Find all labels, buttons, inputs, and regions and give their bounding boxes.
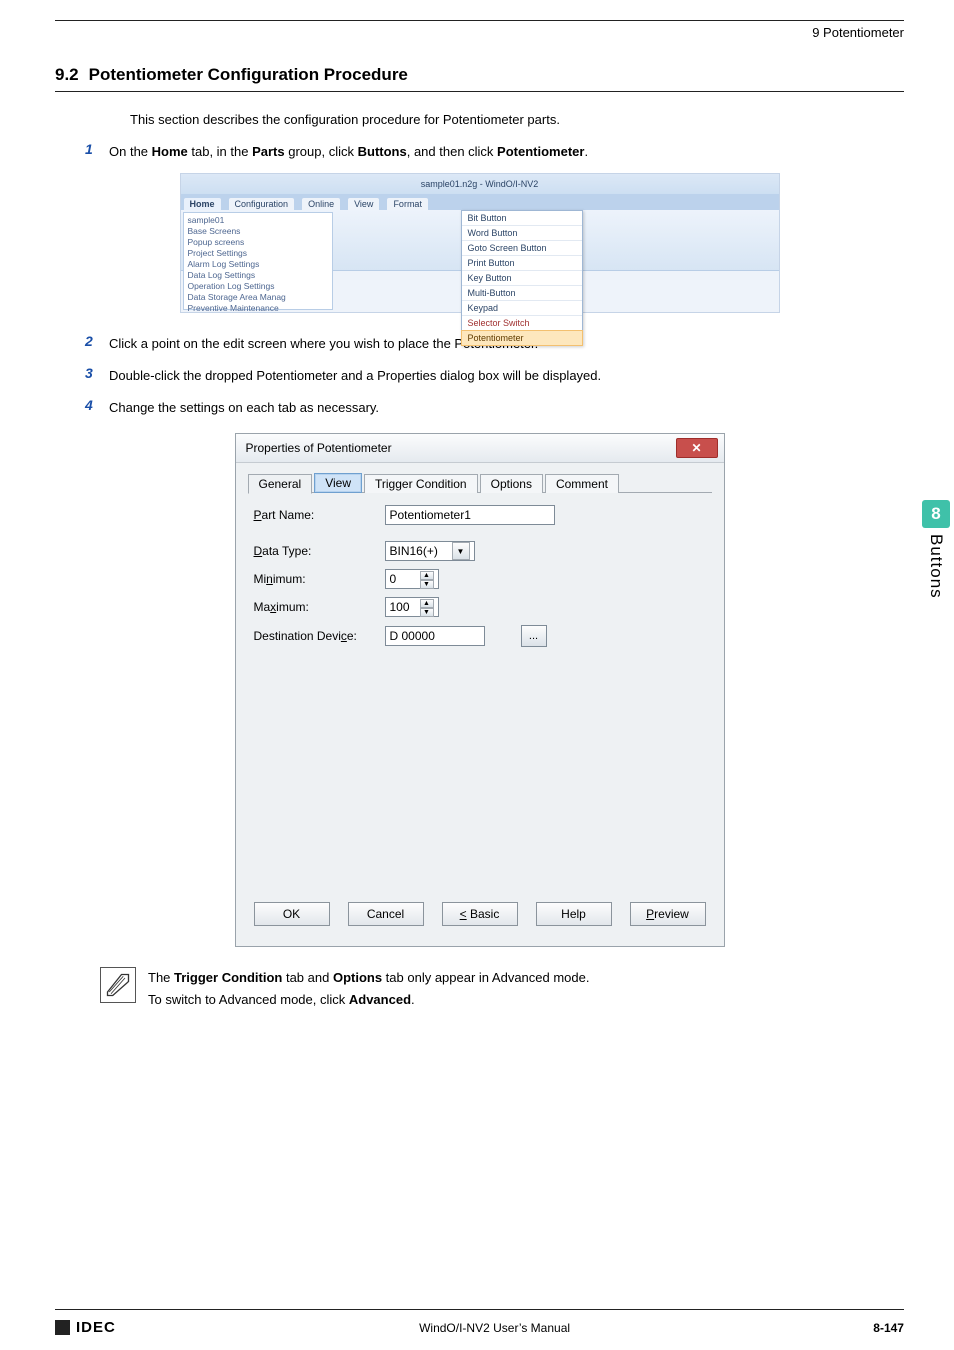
data-type-value: BIN16(+) (390, 544, 438, 558)
dialog-tabs: General View Trigger Condition Options C… (248, 473, 712, 493)
section-number: 9.2 (55, 65, 79, 84)
part-name-input[interactable]: Potentiometer1 (385, 505, 555, 525)
step-1: 1 On the Home tab, in the Parts group, c… (85, 141, 904, 163)
menu-item[interactable]: Keypad (462, 301, 582, 316)
project-tree[interactable]: sample01 Base Screens Popup screens Proj… (183, 212, 333, 310)
maximum-label: Maximum: (254, 600, 379, 614)
dialog-title: Properties of Potentiometer (246, 441, 392, 455)
tab-options[interactable]: Options (480, 474, 543, 493)
step-3: 3 Double-click the dropped Potentiometer… (85, 365, 904, 387)
menu-item[interactable]: Print Button (462, 256, 582, 271)
footer-page: 8-147 (873, 1321, 904, 1335)
step-number: 4 (85, 397, 109, 413)
tab-comment[interactable]: Comment (545, 474, 619, 493)
cancel-button[interactable]: Cancel (348, 902, 424, 926)
data-type-combo[interactable]: BIN16(+) ▼ (385, 541, 475, 561)
buttons-menu[interactable]: Bit Button Word Button Goto Screen Butto… (461, 210, 583, 346)
minimum-value: 0 (390, 572, 397, 586)
maximum-value: 100 (390, 600, 410, 614)
section-title: Potentiometer Configuration Procedure (89, 65, 408, 84)
step-number: 1 (85, 141, 109, 157)
menu-item-selector-switch[interactable]: Selector Switch (462, 316, 582, 331)
menu-item[interactable]: Multi-Button (462, 286, 582, 301)
dialog-button-row: OK Cancel < Basic Help Preview (248, 892, 712, 934)
side-chapter-tab: 8 Buttons (918, 500, 954, 599)
step-text: On the Home tab, in the Parts group, cli… (109, 141, 904, 163)
ok-button[interactable]: OK (254, 902, 330, 926)
close-button[interactable]: ✕ (676, 438, 718, 458)
destination-device-input[interactable]: D 00000 (385, 626, 485, 646)
ribbon-tab[interactable]: Online (302, 198, 340, 210)
part-name-label: Part Name: (254, 508, 379, 522)
minimum-label: Minimum: (254, 572, 379, 586)
spin-up-icon[interactable]: ▲ (420, 571, 434, 580)
properties-dialog: Properties of Potentiometer ✕ General Vi… (235, 433, 725, 947)
tab-trigger-condition[interactable]: Trigger Condition (364, 474, 478, 493)
preview-button[interactable]: Preview (630, 902, 706, 926)
intro-text: This section describes the configuration… (130, 112, 904, 127)
minimum-spinner[interactable]: 0 ▲▼ (385, 569, 439, 589)
menu-item-potentiometer[interactable]: Potentiometer (461, 330, 583, 346)
maximum-spinner[interactable]: 100 ▲▼ (385, 597, 439, 617)
note-block: The Trigger Condition tab and Options ta… (100, 967, 904, 1011)
menu-item[interactable]: Key Button (462, 271, 582, 286)
help-button[interactable]: Help (536, 902, 612, 926)
spin-up-icon[interactable]: ▲ (420, 599, 434, 608)
spin-down-icon[interactable]: ▼ (420, 580, 434, 589)
step-number: 3 (85, 365, 109, 381)
ribbon-tab[interactable]: Format (387, 198, 428, 210)
destination-device-label: Destination Device: (254, 629, 379, 643)
chapter-number-badge: 8 (922, 500, 950, 528)
ribbon-tabs: Home Configuration Online View Format (181, 194, 779, 210)
ribbon-tab[interactable]: View (348, 198, 379, 210)
dropdown-icon[interactable]: ▼ (452, 542, 470, 560)
ribbon-tab[interactable]: Configuration (229, 198, 295, 210)
step-text: Change the settings on each tab as neces… (109, 397, 904, 419)
tab-view[interactable]: View (314, 473, 362, 493)
footer-logo: IDEC (55, 1319, 116, 1336)
spin-down-icon[interactable]: ▼ (420, 608, 434, 617)
tab-panel-general: Part Name: Potentiometer1 Data Type: BIN… (248, 492, 712, 892)
page-topic: 9 Potentiometer (55, 25, 904, 40)
data-type-label: Data Type: (254, 544, 379, 558)
note-icon (100, 967, 136, 1003)
basic-button[interactable]: < Basic (442, 902, 518, 926)
menu-item[interactable]: Bit Button (462, 211, 582, 226)
chapter-label: Buttons (926, 534, 946, 599)
menu-item[interactable]: Word Button (462, 226, 582, 241)
ribbon-tab-home[interactable]: Home (184, 198, 221, 210)
step-4: 4 Change the settings on each tab as nec… (85, 397, 904, 419)
window-title: sample01.n2g - WindO/I-NV2 (181, 174, 779, 194)
step-number: 2 (85, 333, 109, 349)
step-text: Double-click the dropped Potentiometer a… (109, 365, 904, 387)
ribbon-screenshot: sample01.n2g - WindO/I-NV2 Home Configur… (180, 173, 780, 313)
note-text: The Trigger Condition tab and Options ta… (148, 967, 590, 1011)
section-heading: 9.2 Potentiometer Configuration Procedure (55, 65, 904, 85)
tab-general[interactable]: General (248, 474, 313, 494)
browse-device-button[interactable]: ... (521, 625, 547, 647)
menu-item[interactable]: Goto Screen Button (462, 241, 582, 256)
footer-title: WindO/I-NV2 User’s Manual (419, 1321, 570, 1335)
